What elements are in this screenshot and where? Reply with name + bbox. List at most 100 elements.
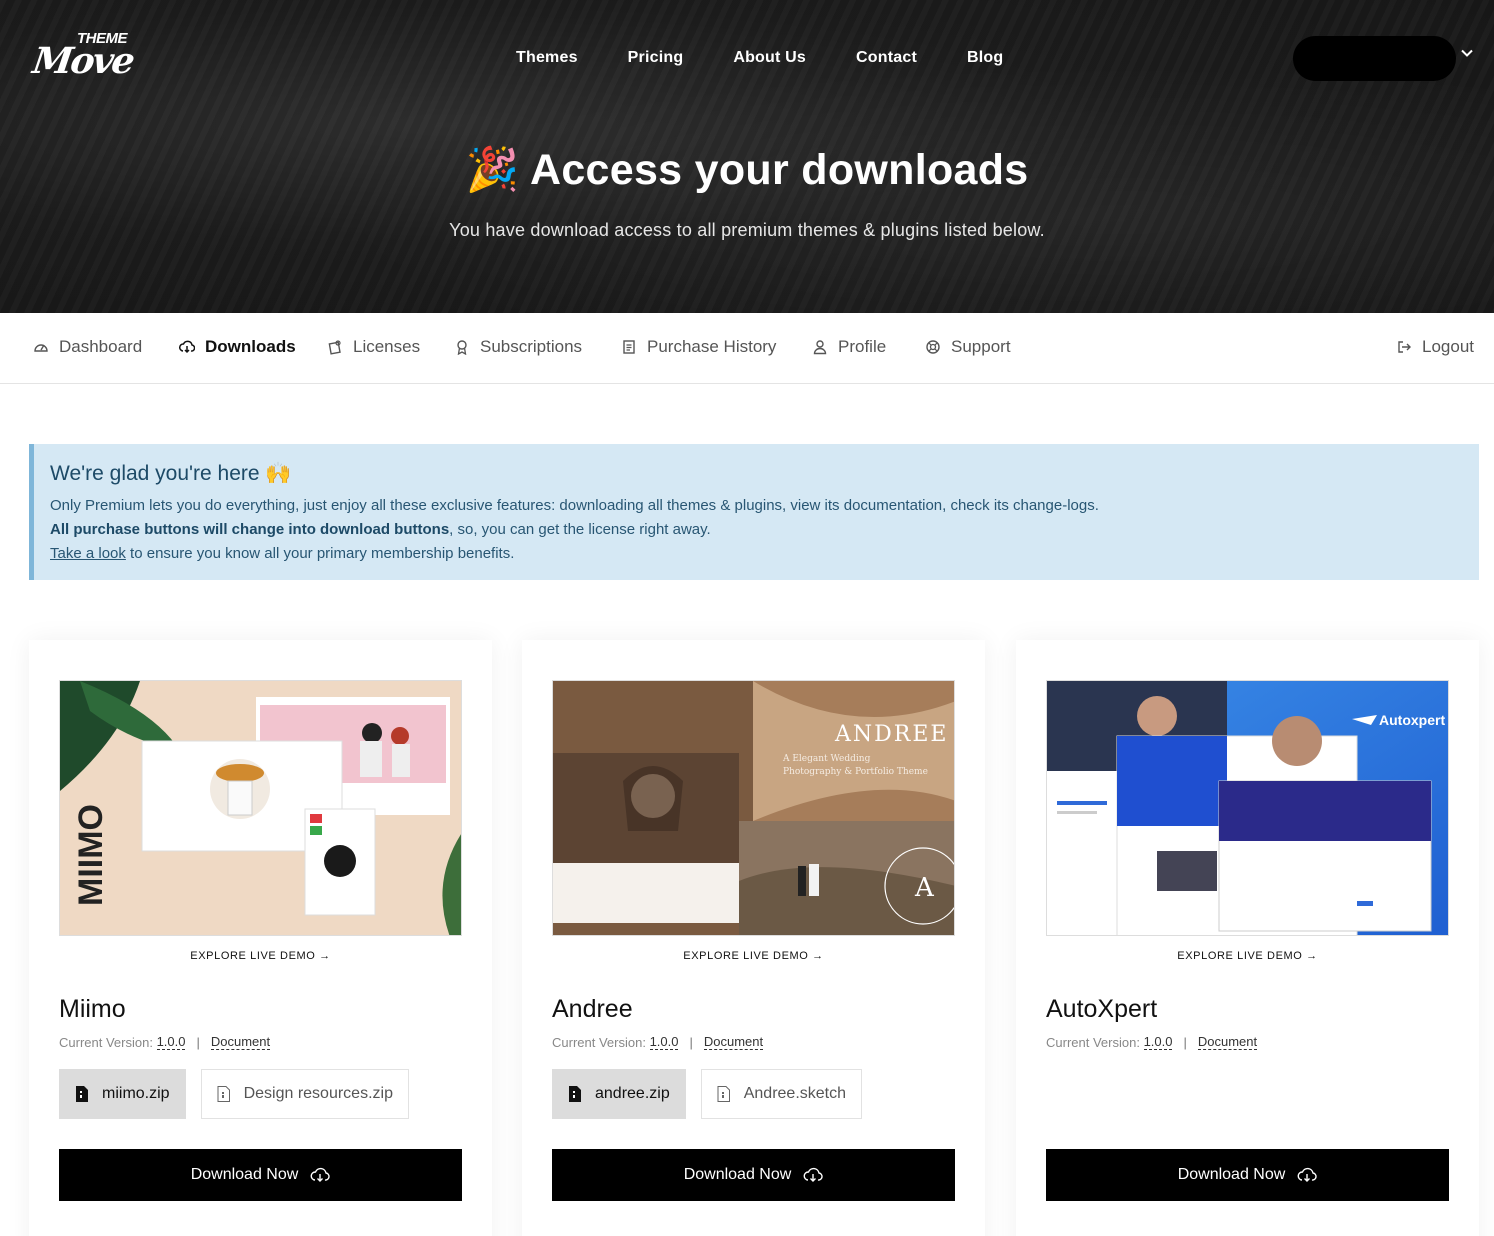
version-label: Current Version: [1046,1035,1140,1050]
explore-live-demo-link[interactable]: EXPLORE LIVE DEMO → [29,950,492,962]
dashboard-icon [34,344,48,352]
receipt-icon [623,340,635,354]
tab-subscriptions[interactable]: Subscriptions [454,337,582,357]
product-thumbnail[interactable]: ANDREE A Elegant Wedding Photography & P… [552,680,955,936]
tab-label: Profile [838,337,887,356]
file-extra[interactable]: Design resources.zip [200,1069,409,1119]
product-title: Andree [552,995,633,1023]
separator: | [1183,1035,1187,1050]
notice-bold-text: All purchase buttons will change into do… [50,521,450,538]
document-link[interactable]: Document [703,1035,764,1050]
page-title: 🎉 Access your downloads [0,145,1494,195]
main-nav: Themes Pricing About Us Contact Blog [516,47,1053,69]
button-label: Download Now [683,1166,792,1183]
button-label: Download Now [190,1166,299,1183]
tab-purchase-history[interactable]: Purchase History [621,337,776,357]
file-name: Andree.sketch [743,1085,846,1102]
document-link[interactable]: Document [1197,1035,1258,1050]
party-popper-icon: 🎉 [465,146,520,194]
file-name: miimo.zip [102,1085,170,1102]
logout-icon [1398,341,1411,353]
file-zip-icon [217,1086,230,1102]
cloud-download-icon [310,1167,330,1182]
license-icon [328,340,341,355]
site-logo[interactable]: THEME Move [30,30,136,86]
tab-label: Licenses [353,337,421,356]
button-label: Download Now [1177,1166,1286,1183]
notice-line-3-rest: to ensure you know all your primary memb… [125,545,515,562]
product-meta: Current Version: 1.0.0 | Document [552,1035,764,1050]
file-icon [717,1086,730,1102]
notice-line-3: Take a look to ensure you know all your … [50,542,1463,566]
document-link[interactable]: Document [210,1035,271,1050]
logout-button[interactable]: Logout [1396,337,1474,357]
tab-licenses[interactable]: Licenses [327,337,420,357]
nav-blog[interactable]: Blog [967,47,1003,69]
tab-label: Downloads [205,337,296,356]
file-list: andree.zip Andree.sketch [552,1069,862,1119]
nav-contact[interactable]: Contact [856,47,917,69]
thumb-subtitle-1: A Elegant Wedding [782,754,871,764]
download-now-button[interactable]: Download Now [59,1149,462,1201]
thumb-subtitle-2: Photography & Portfolio Theme [783,767,928,777]
product-card-autoxpert: Autoxpert EXPLORE LIVE DEMO → AutoXpert … [1016,640,1479,1236]
tab-downloads[interactable]: Downloads [179,337,296,357]
cloud-download-icon [1297,1167,1317,1182]
product-title: Miimo [59,995,126,1023]
download-now-button[interactable]: Download Now [1046,1149,1449,1201]
tab-label: Purchase History [647,337,777,356]
notice-line-2: All purchase buttons will change into do… [50,518,1463,542]
file-zip-icon [569,1086,581,1102]
thumb-brand: Autoxpert [1379,712,1445,728]
product-thumbnail[interactable]: MIIMO [59,680,462,936]
file-list: miimo.zip Design resources.zip [59,1069,409,1119]
explore-live-demo-link[interactable]: EXPLORE LIVE DEMO → [1016,950,1479,962]
nav-themes[interactable]: Themes [516,47,578,69]
version-number[interactable]: 1.0.0 [649,1035,679,1050]
chevron-down-icon[interactable] [1460,46,1474,65]
notice-line-2-rest: , so, you can get the license right away… [449,521,711,538]
file-name: Design resources.zip [243,1085,393,1102]
account-menu-button[interactable] [1293,36,1456,81]
tab-label: Dashboard [59,337,143,356]
hero-banner: THEME Move Themes Pricing About Us Conta… [0,0,1494,313]
page-subtitle: You have download access to all premium … [449,220,1045,240]
nav-about-us[interactable]: About Us [733,47,806,69]
tab-label: Subscriptions [480,337,583,356]
file-main-zip[interactable]: miimo.zip [59,1069,186,1119]
separator: | [689,1035,693,1050]
file-extra[interactable]: Andree.sketch [700,1069,862,1119]
separator: | [196,1035,200,1050]
product-meta: Current Version: 1.0.0 | Document [59,1035,271,1050]
page-title-text: Access your downloads [529,146,1029,194]
svg-text:A: A [914,873,935,903]
take-a-look-link[interactable]: Take a look [50,545,126,562]
product-meta: Current Version: 1.0.0 | Document [1046,1035,1258,1050]
download-now-button[interactable]: Download Now [552,1149,955,1201]
logout-label: Logout [1422,337,1474,356]
product-title: AutoXpert [1046,995,1158,1023]
nav-pricing[interactable]: Pricing [628,47,684,69]
welcome-notice: We're glad you're here 🙌 Only Premium le… [29,444,1479,580]
version-label: Current Version: [59,1035,153,1050]
notice-line-1: Only Premium lets you do everything, jus… [50,497,1099,514]
badge-icon [457,340,467,355]
tab-profile[interactable]: Profile [812,337,886,357]
product-card-miimo: MIIMO EXPLORE LIVE DEMO → Miimo Current … [29,640,492,1236]
tab-label: Support [951,337,1011,356]
user-icon [813,340,827,355]
notice-title: We're glad you're here 🙌 [50,462,292,485]
product-thumbnail[interactable]: Autoxpert [1046,680,1449,936]
svg-text:MIIMO: MIIMO [72,804,110,906]
tab-support[interactable]: Support [925,337,1011,357]
tab-dashboard[interactable]: Dashboard [33,337,142,357]
version-number[interactable]: 1.0.0 [156,1035,186,1050]
version-label: Current Version: [552,1035,646,1050]
cloud-download-icon [179,340,195,354]
cloud-download-icon [803,1167,823,1182]
file-name: andree.zip [595,1085,670,1102]
account-tabs: Dashboard Downloads Licenses Subscriptio… [0,313,1494,384]
file-main-zip[interactable]: andree.zip [552,1069,686,1119]
explore-live-demo-link[interactable]: EXPLORE LIVE DEMO → [522,950,985,962]
version-number[interactable]: 1.0.0 [1143,1035,1173,1050]
